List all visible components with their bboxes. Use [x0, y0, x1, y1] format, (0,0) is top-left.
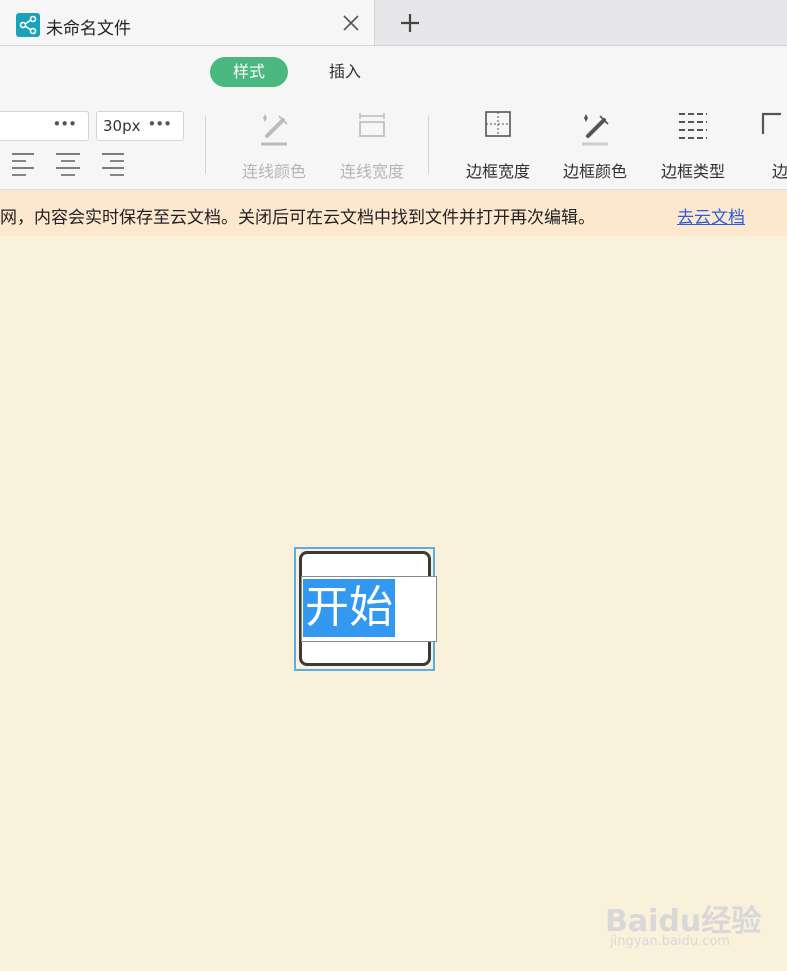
font-size-value: 30px [103, 117, 141, 135]
toolbar-divider [205, 116, 206, 174]
line-color-label: 连线颜色 [241, 162, 306, 181]
border-color-button[interactable]: 边框颜色 [553, 108, 637, 181]
width-icon [359, 113, 385, 137]
border-type-button[interactable]: 边框类型 [651, 108, 735, 181]
close-icon[interactable] [340, 12, 362, 34]
more-icon: ••• [52, 115, 77, 133]
border-color-label: 边框颜色 [562, 162, 627, 181]
tab-insert[interactable]: 插入 [310, 57, 380, 87]
document-tab[interactable]: 未命名文件 [0, 0, 375, 45]
mindmap-file-icon [16, 13, 40, 37]
font-family-select[interactable]: ••• [0, 111, 89, 141]
plus-icon [401, 14, 419, 32]
new-tab-button[interactable] [398, 11, 422, 35]
notice-text: 网，内容会实时保存至云文档。关闭后可在云文档中找到文件并打开再次编辑。 [0, 208, 595, 228]
more-icon: ••• [147, 115, 172, 133]
align-right-icon[interactable] [98, 149, 126, 177]
dashed-lines-icon [679, 113, 707, 139]
align-left-icon[interactable] [10, 149, 38, 177]
border-type-label: 边框类型 [660, 162, 725, 181]
border-width-button[interactable]: 边框宽度 [456, 108, 540, 181]
border-more-label: 边 [772, 162, 787, 181]
watermark-url: jingyan.baidu.com [610, 934, 730, 949]
border-radius-button[interactable]: 边 [758, 108, 787, 181]
align-center-icon[interactable] [54, 149, 82, 177]
cloud-save-notice: 网，内容会实时保存至云文档。关闭后可在云文档中找到文件并打开再次编辑。 去云文档 [0, 190, 787, 236]
ribbon-toolbar: 样式 插入 ••• 30px ••• 连线颜色 连线宽度 边框宽度 边框颜色 边… [0, 46, 787, 190]
toolbar-divider [428, 116, 429, 174]
border-width-icon [485, 111, 511, 137]
border-width-label: 边框宽度 [465, 162, 530, 181]
paint-wand-icon [261, 114, 288, 146]
node-text-selected: 开始 [303, 579, 395, 637]
line-width-label: 连线宽度 [339, 162, 404, 181]
tab-title: 未命名文件 [46, 19, 131, 39]
line-width-button[interactable]: 连线宽度 [330, 108, 414, 181]
corner-icon [761, 112, 781, 134]
line-color-button[interactable]: 连线颜色 [232, 108, 316, 181]
font-size-select[interactable]: 30px ••• [96, 111, 184, 141]
paint-wand-icon [582, 114, 609, 146]
tab-style[interactable]: 样式 [210, 57, 288, 87]
go-to-cloud-docs-link[interactable]: 去云文档 [677, 203, 745, 228]
